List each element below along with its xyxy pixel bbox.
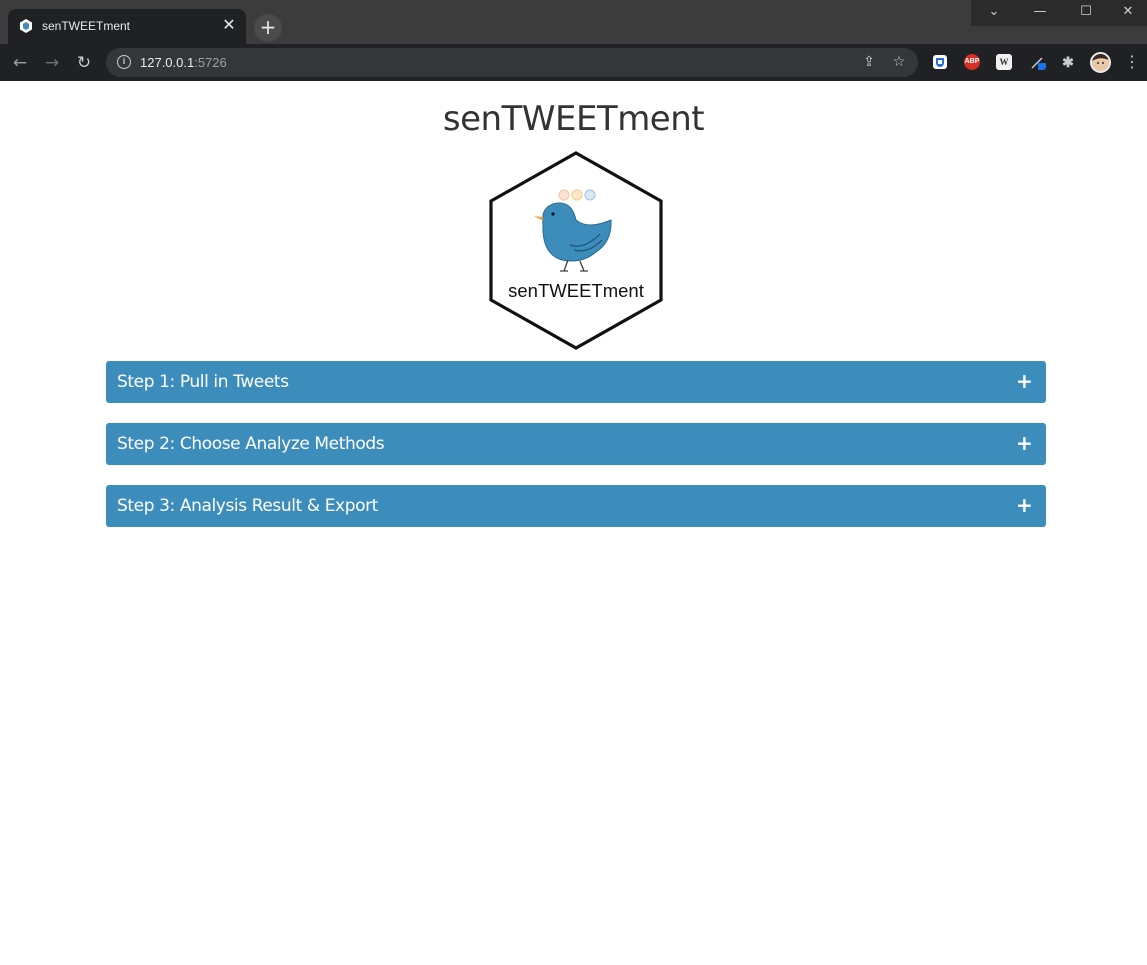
adblock-extension-icon[interactable]: ABP	[964, 54, 980, 70]
address-bar[interactable]: i 127.0.0.1:5726 ⇪ ☆	[106, 48, 918, 77]
pocket-extension-icon[interactable]	[932, 54, 948, 70]
sentweetment-logo: senTWEETment	[489, 151, 663, 350]
new-tab-button[interactable]: +	[254, 14, 282, 42]
reload-icon[interactable]: ↻	[71, 50, 97, 76]
logo-text: senTWEETment	[508, 280, 644, 301]
url-port: :5726	[194, 55, 227, 70]
browser-tabstrip: senTWEETment ✕ + ⌄ — ☐ ✕	[0, 0, 1147, 44]
bookmark-star-icon[interactable]: ☆	[890, 53, 908, 71]
minimize-button[interactable]: —	[1017, 0, 1063, 26]
profile-avatar[interactable]	[1090, 52, 1111, 73]
forward-arrow-icon[interactable]: →	[39, 50, 65, 76]
tab-close-icon[interactable]: ✕	[220, 16, 238, 34]
expand-plus-icon[interactable]: +	[1016, 369, 1033, 393]
url-host: 127.0.0.1	[140, 55, 195, 70]
maximize-button[interactable]: ☐	[1063, 0, 1109, 26]
step-1-panel-header[interactable]: Step 1: Pull in Tweets +	[106, 361, 1046, 403]
eyedropper-extension-icon[interactable]	[1030, 54, 1046, 70]
step-3-panel-header[interactable]: Step 3: Analysis Result & Export +	[106, 485, 1046, 527]
browser-menu-icon[interactable]: ⋮	[1124, 52, 1140, 72]
url-text[interactable]: 127.0.0.1:5726	[140, 55, 227, 70]
page-content: senTWEETment senTWEETment Step 1: Pull i…	[0, 81, 1147, 965]
expand-plus-icon[interactable]: +	[1016, 431, 1033, 455]
panel-title: Step 2: Choose Analyze Methods	[117, 434, 385, 454]
panel-title: Step 1: Pull in Tweets	[117, 372, 289, 392]
emotion-faces-icon	[558, 189, 596, 201]
back-arrow-icon[interactable]: ←	[7, 50, 33, 76]
browser-tab[interactable]: senTWEETment ✕	[8, 9, 246, 44]
wikipedia-extension-icon[interactable]: W	[996, 54, 1012, 70]
expand-plus-icon[interactable]: +	[1016, 493, 1033, 517]
site-info-icon[interactable]: i	[117, 55, 131, 69]
avatar-face-icon	[1092, 54, 1109, 71]
page-title: senTWEETment	[442, 99, 705, 139]
browser-toolbar: ← → ↻ i 127.0.0.1:5726 ⇪ ☆ ABP W ✱ ⋮	[0, 44, 1147, 81]
tab-search-icon[interactable]: ⌄	[971, 0, 1017, 26]
share-icon[interactable]: ⇪	[860, 53, 878, 71]
close-window-button[interactable]: ✕	[1109, 0, 1147, 26]
extensions-puzzle-icon[interactable]: ✱	[1060, 54, 1076, 70]
tab-title: senTWEETment	[42, 19, 131, 33]
hexagon-app-icon	[20, 19, 32, 33]
panel-title: Step 3: Analysis Result & Export	[117, 496, 378, 516]
step-2-panel-header[interactable]: Step 2: Choose Analyze Methods +	[106, 423, 1046, 465]
